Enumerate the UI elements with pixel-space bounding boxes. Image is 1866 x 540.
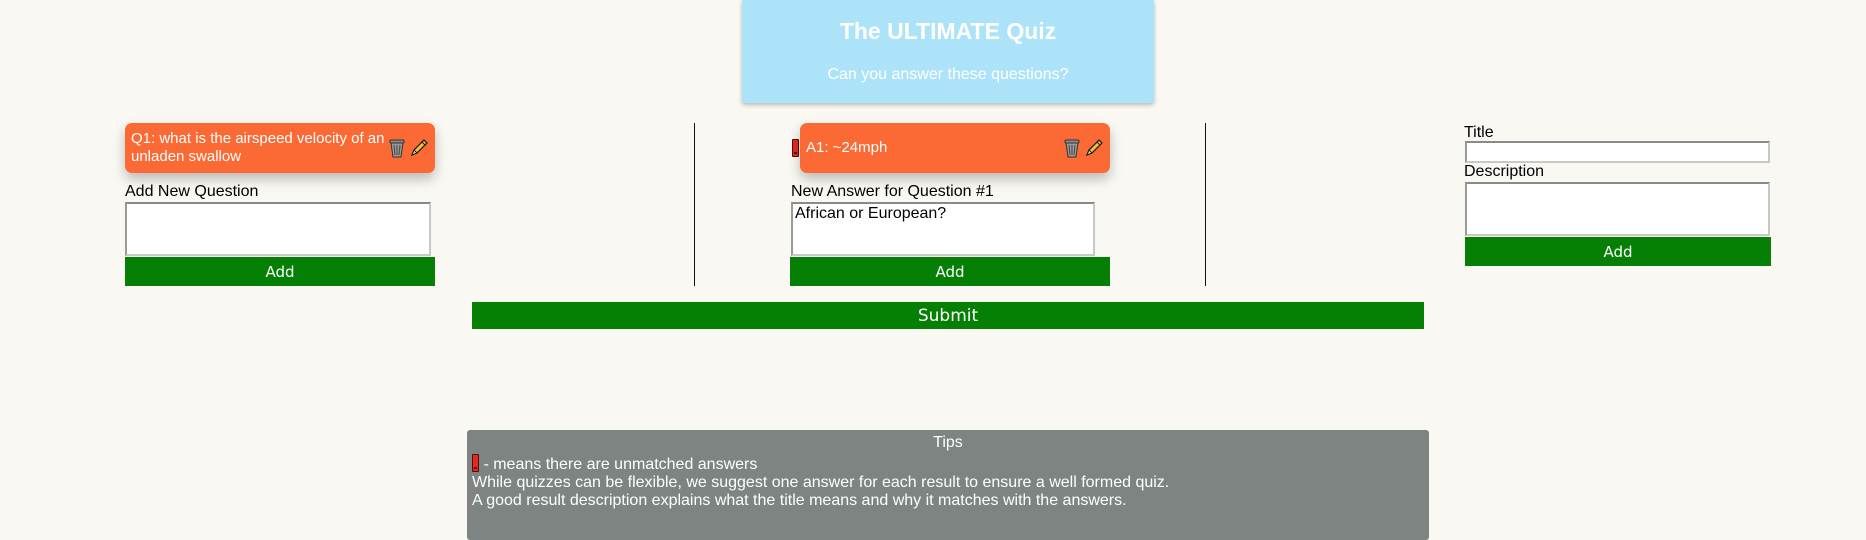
tips-panel: Tips - means there are unmatched answers… [467,430,1429,540]
result-title-label: Title [1464,124,1494,141]
tip-line: While quizzes can be flexible, we sugges… [472,474,1170,491]
tip-line: A good result description explains what … [472,492,1127,509]
column-divider [1205,123,1206,286]
page-title: The ULTIMATE Quiz [839,18,1057,44]
result-description-label: Description [1464,163,1545,180]
add-answer-button[interactable]: Add [790,257,1110,286]
add-question-label: Add New Question [125,183,259,200]
tips-title: Tips [933,434,963,451]
answer-card[interactable]: A1: ~24mph [800,123,1110,173]
tip-text: - means there are unmatched answers [479,456,758,473]
pencil-icon[interactable] [409,138,429,158]
add-answer-label: New Answer for Question #1 [791,183,994,200]
exclamation-icon [792,139,799,157]
trash-icon[interactable] [388,138,406,158]
result-description-input[interactable] [1465,182,1770,236]
add-question-button[interactable]: Add [125,257,435,286]
column-divider [694,123,695,286]
pencil-icon[interactable] [1084,138,1104,158]
exclamation-icon [472,454,479,472]
submit-button[interactable]: Submit [472,302,1424,329]
trash-icon[interactable] [1063,138,1081,158]
add-result-button[interactable]: Add [1465,237,1771,266]
new-answer-input[interactable] [791,202,1095,256]
quiz-header: The ULTIMATE Quiz Can you answer these q… [742,0,1154,103]
new-question-input[interactable] [125,202,431,256]
question-card[interactable]: Q1: what is the airspeed velocity of an … [125,123,435,173]
page-subtitle: Can you answer these questions? [827,66,1069,83]
answer-card-label: A1: ~24mph [806,139,888,156]
question-card-label: Q1: what is the airspeed velocity of an … [131,130,385,165]
tip-line: - means there are unmatched answers [472,454,757,474]
result-title-input[interactable] [1465,141,1770,163]
